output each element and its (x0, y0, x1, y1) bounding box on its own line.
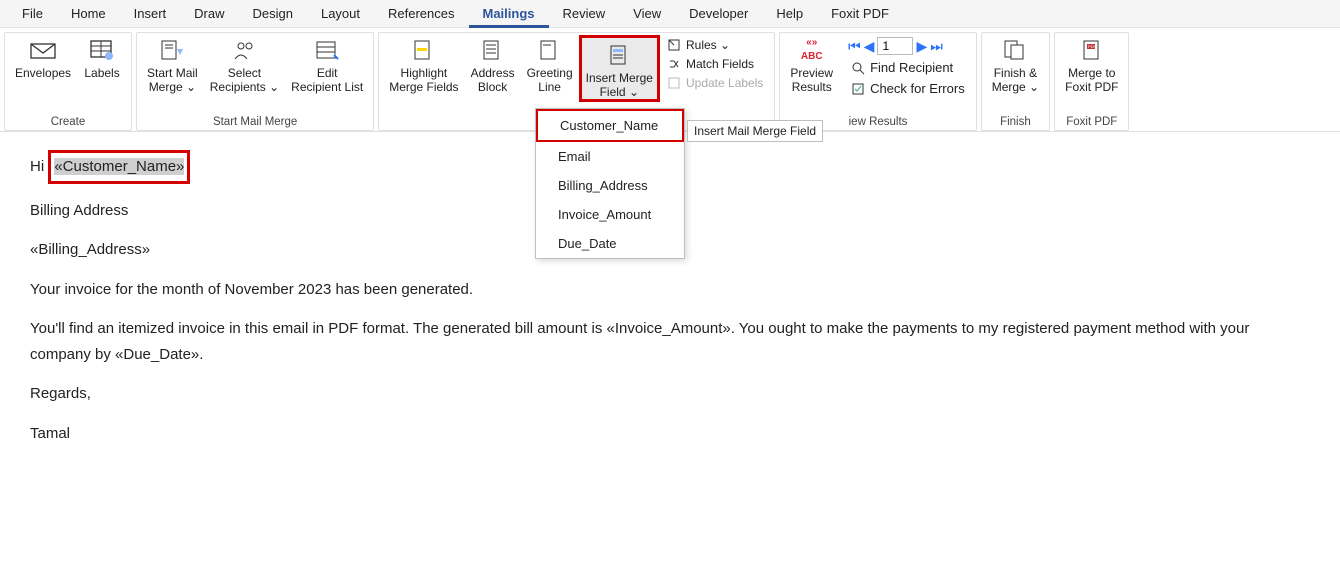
finish-icon (1002, 37, 1028, 63)
address-block-button[interactable]: Address Block (465, 35, 521, 96)
label: Merge to Foxit PDF (1065, 66, 1118, 94)
greeting-icon (537, 37, 563, 63)
record-nav: ⏮ ◀ ▶ ⏭ (848, 37, 968, 55)
label: Insert Merge Field ⌄ (586, 71, 653, 99)
match-icon (667, 57, 681, 71)
doc-line-7: Tamal (30, 421, 1310, 447)
find-icon (851, 61, 865, 75)
write-extras: Rules ⌄ Match Fields Update Labels (660, 35, 770, 93)
merge-to-foxit-button[interactable]: PDF Merge to Foxit PDF (1059, 35, 1124, 96)
label: Rules ⌄ (686, 38, 730, 52)
edit-list-icon (314, 37, 340, 63)
tab-draw[interactable]: Draw (180, 0, 238, 28)
merge-field-customer-name[interactable]: Customer_Name (536, 109, 684, 142)
tab-bar: File Home Insert Draw Design Layout Refe… (0, 0, 1340, 28)
address-icon (480, 37, 506, 63)
label: Address Block (471, 66, 515, 94)
merge-field-dropdown: Customer_Name Email Billing_Address Invo… (535, 108, 685, 259)
label: Greeting Line (527, 66, 573, 94)
label: Update Labels (686, 76, 763, 90)
insert-merge-field-button[interactable]: Insert Merge Field ⌄ (579, 35, 660, 102)
tab-file[interactable]: File (8, 0, 57, 28)
next-record-button[interactable]: ▶ (916, 38, 927, 55)
find-recipient-button[interactable]: Find Recipient (848, 59, 968, 76)
tab-mailings[interactable]: Mailings (469, 0, 549, 28)
select-recipients-button[interactable]: Select Recipients ⌄ (204, 35, 285, 96)
label: Envelopes (15, 66, 71, 80)
abc-icon: «»ABC (799, 37, 825, 63)
first-record-button[interactable]: ⏮ (848, 38, 861, 55)
insert-field-icon (606, 42, 632, 68)
tab-review[interactable]: Review (549, 0, 620, 28)
rules-button[interactable]: Rules ⌄ (664, 37, 766, 53)
highlight-icon (411, 37, 437, 63)
pdf-icon: PDF (1079, 37, 1105, 63)
group-label: Foxit PDF (1059, 114, 1124, 130)
mail-merge-icon (159, 37, 185, 63)
tab-help[interactable]: Help (762, 0, 817, 28)
tab-developer[interactable]: Developer (675, 0, 762, 28)
label: Labels (84, 66, 119, 80)
merge-field-due-date[interactable]: Due_Date (536, 229, 684, 258)
group-label: Start Mail Merge (141, 114, 369, 130)
finish-merge-button[interactable]: Finish & Merge ⌄ (986, 35, 1045, 96)
rules-icon (667, 38, 681, 52)
tab-foxit[interactable]: Foxit PDF (817, 0, 903, 28)
doc-line-6: Regards, (30, 381, 1310, 407)
tab-view[interactable]: View (619, 0, 675, 28)
recipients-icon (231, 37, 257, 63)
group-start-mail-merge: Start Mail Merge ⌄ Select Recipients ⌄ E… (136, 32, 374, 131)
tab-references[interactable]: References (374, 0, 468, 28)
tab-design[interactable]: Design (239, 0, 307, 28)
label: Highlight Merge Fields (389, 66, 458, 94)
text: Hi (30, 158, 48, 175)
group-create: Envelopes Labels Create (4, 32, 132, 131)
start-mail-merge-button[interactable]: Start Mail Merge ⌄ (141, 35, 204, 96)
envelope-icon (30, 37, 56, 63)
tab-layout[interactable]: Layout (307, 0, 374, 28)
labels-button[interactable]: Labels (77, 35, 127, 82)
label: Edit Recipient List (291, 66, 363, 94)
preview-results-button[interactable]: «»ABC Preview Results (784, 35, 839, 96)
group-preview-results: «»ABC Preview Results ⏮ ◀ ▶ ⏭ Find Recip… (779, 32, 976, 131)
prev-record-button[interactable]: ◀ (864, 38, 875, 55)
label: Finish & Merge ⌄ (992, 66, 1039, 94)
merge-field-email[interactable]: Email (536, 142, 684, 171)
envelopes-button[interactable]: Envelopes (9, 35, 77, 82)
label: Check for Errors (870, 81, 965, 96)
label: Start Mail Merge ⌄ (147, 66, 198, 94)
label: Match Fields (686, 57, 754, 71)
label: Select Recipients ⌄ (210, 66, 279, 94)
merge-field-customer-name-inserted[interactable]: «Customer_Name» (48, 150, 190, 184)
doc-line-5: You'll find an itemized invoice in this … (30, 316, 1310, 367)
doc-line-4: Your invoice for the month of November 2… (30, 277, 1310, 303)
update-icon (667, 76, 681, 90)
labels-icon (89, 37, 115, 63)
label: Find Recipient (870, 60, 953, 75)
merge-field-invoice-amount[interactable]: Invoice_Amount (536, 200, 684, 229)
tab-insert[interactable]: Insert (120, 0, 181, 28)
match-fields-button[interactable]: Match Fields (664, 56, 766, 72)
svg-text:PDF: PDF (1088, 44, 1097, 49)
ribbon: Envelopes Labels Create Start Mail Merge… (0, 28, 1340, 132)
field-text: «Customer_Name» (54, 158, 184, 175)
last-record-button[interactable]: ⏭ (930, 38, 943, 55)
label: Preview Results (790, 66, 833, 94)
insert-merge-field-tooltip: Insert Mail Merge Field (687, 120, 823, 142)
group-foxit: PDF Merge to Foxit PDF Foxit PDF (1054, 32, 1129, 131)
group-label: Finish (986, 114, 1045, 130)
group-label: Create (9, 114, 127, 130)
group-finish: Finish & Merge ⌄ Finish (981, 32, 1050, 131)
highlight-merge-fields-button[interactable]: Highlight Merge Fields (383, 35, 464, 96)
edit-recipient-list-button[interactable]: Edit Recipient List (285, 35, 369, 96)
merge-field-billing-address[interactable]: Billing_Address (536, 171, 684, 200)
tab-home[interactable]: Home (57, 0, 120, 28)
record-number-input[interactable] (877, 37, 913, 55)
greeting-line-button[interactable]: Greeting Line (521, 35, 579, 96)
check-icon (851, 82, 865, 96)
check-errors-button[interactable]: Check for Errors (848, 80, 968, 97)
update-labels-button: Update Labels (664, 75, 766, 91)
